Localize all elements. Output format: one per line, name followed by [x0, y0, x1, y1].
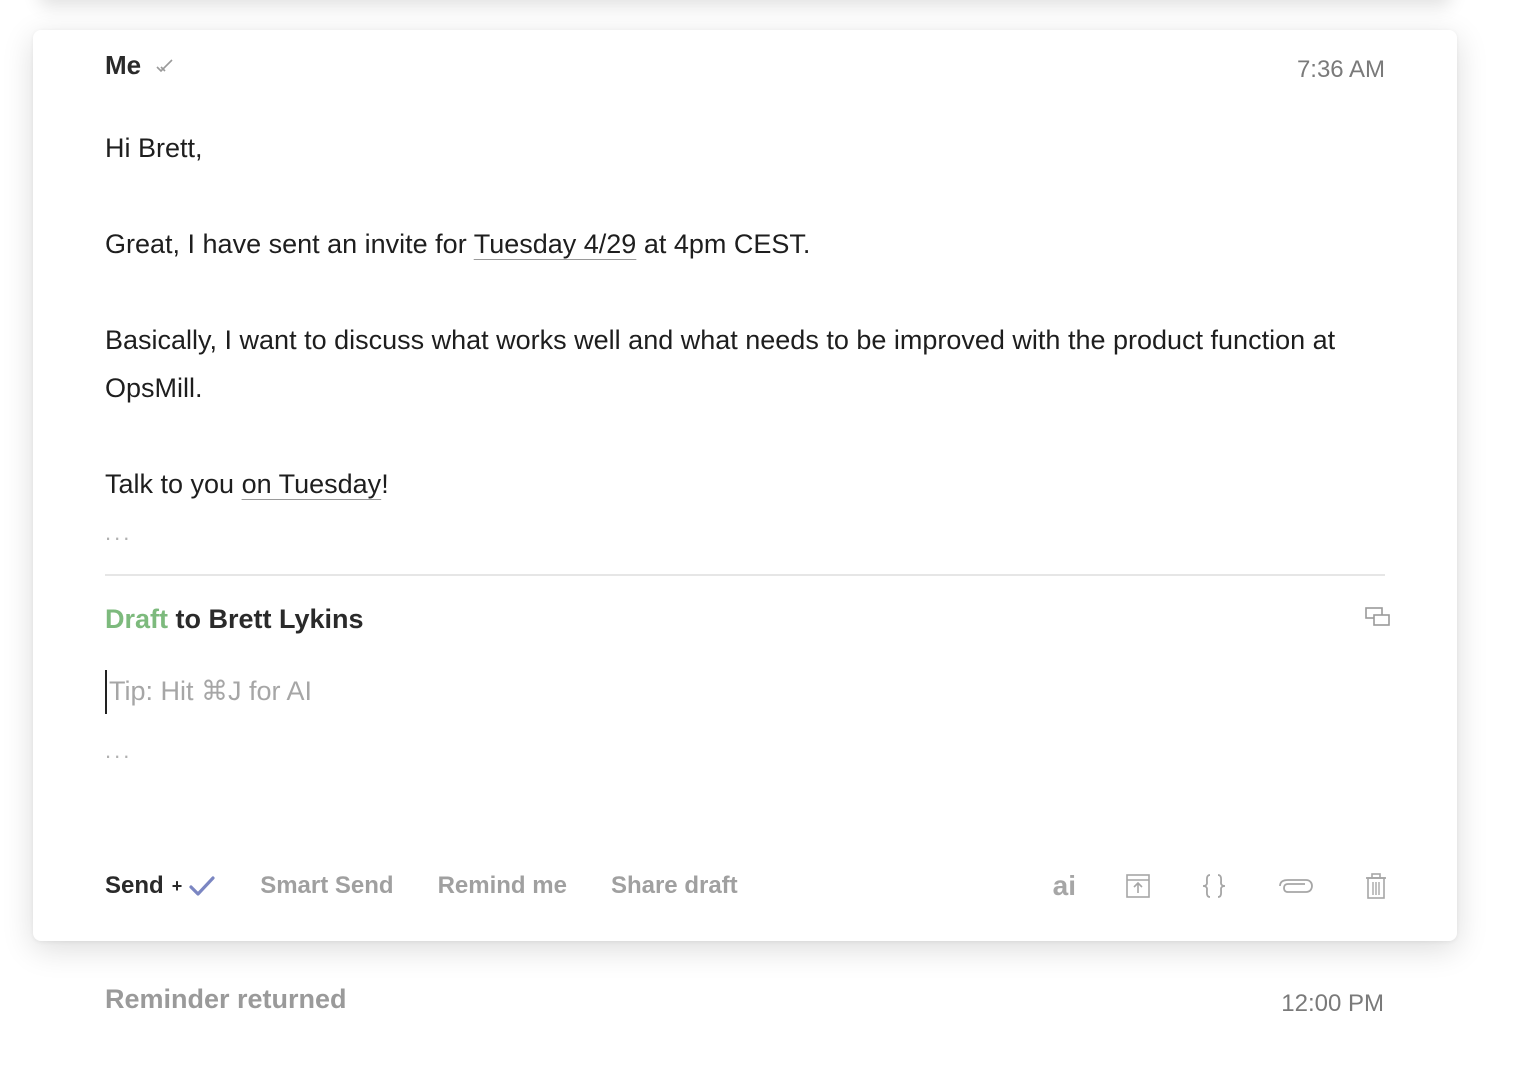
date-link[interactable]: Tuesday 4/29: [474, 229, 637, 259]
draft-recipient: to Brett Lykins: [168, 604, 364, 634]
send-button[interactable]: Send +: [105, 872, 216, 900]
divider: [105, 574, 1385, 576]
draft-body-input[interactable]: Tip: Hit ⌘J for AI: [105, 670, 1309, 714]
popout-icon[interactable]: [1365, 606, 1391, 628]
sender-name: Me: [105, 50, 142, 80]
read-check-icon: [156, 58, 173, 72]
compose-toolbar: Send + Smart Send Remind me Share draft …: [105, 868, 1390, 904]
ai-button[interactable]: ai: [1053, 870, 1076, 902]
draft-label: Draft: [105, 604, 169, 634]
right-tools: ai: [1053, 868, 1390, 904]
draft-quoted-toggle[interactable]: ...: [105, 738, 132, 764]
message-timestamp: 7:36 AM: [1296, 56, 1385, 83]
send-plus: +: [171, 875, 183, 896]
message-body: Hi Brett, Great, I have sent an invite f…: [105, 124, 1390, 508]
reminder-returned-label: Reminder returned: [105, 984, 347, 1014]
share-draft-button[interactable]: Share draft: [611, 872, 738, 900]
template-braces-icon[interactable]: [1200, 872, 1228, 900]
sender-row: Me: [105, 50, 175, 81]
draft-header: Draft to Brett Lykins: [105, 604, 364, 635]
body-text: !: [381, 469, 389, 499]
snippet-insert-icon[interactable]: [1124, 872, 1152, 900]
remind-me-button[interactable]: Remind me: [438, 872, 567, 900]
date-link[interactable]: on Tuesday: [242, 469, 382, 499]
smart-send-button[interactable]: Smart Send: [260, 872, 393, 900]
body-text: at 4pm CEST.: [636, 229, 811, 259]
show-quoted-toggle[interactable]: ...: [105, 520, 132, 546]
send-label: Send: [105, 872, 164, 899]
body-line-discuss: Basically, I want to discuss what works …: [105, 325, 1336, 403]
attachment-icon[interactable]: [1276, 872, 1314, 900]
body-text: Talk to you: [105, 469, 242, 499]
body-text: Great, I have sent an invite for: [105, 229, 474, 259]
greeting: Hi Brett,: [105, 133, 203, 163]
message-card: Me 7:36 AM Hi Brett, Great, I have sent …: [33, 30, 1457, 941]
body-line-closing: Talk to you on Tuesday!: [105, 460, 1390, 508]
reminder-timestamp: 12:00 PM: [1281, 990, 1384, 1017]
trash-icon[interactable]: [1362, 872, 1390, 900]
body-line-invite: Great, I have sent an invite for Tuesday…: [105, 220, 1390, 268]
send-and-done-check-icon[interactable]: [188, 874, 216, 898]
